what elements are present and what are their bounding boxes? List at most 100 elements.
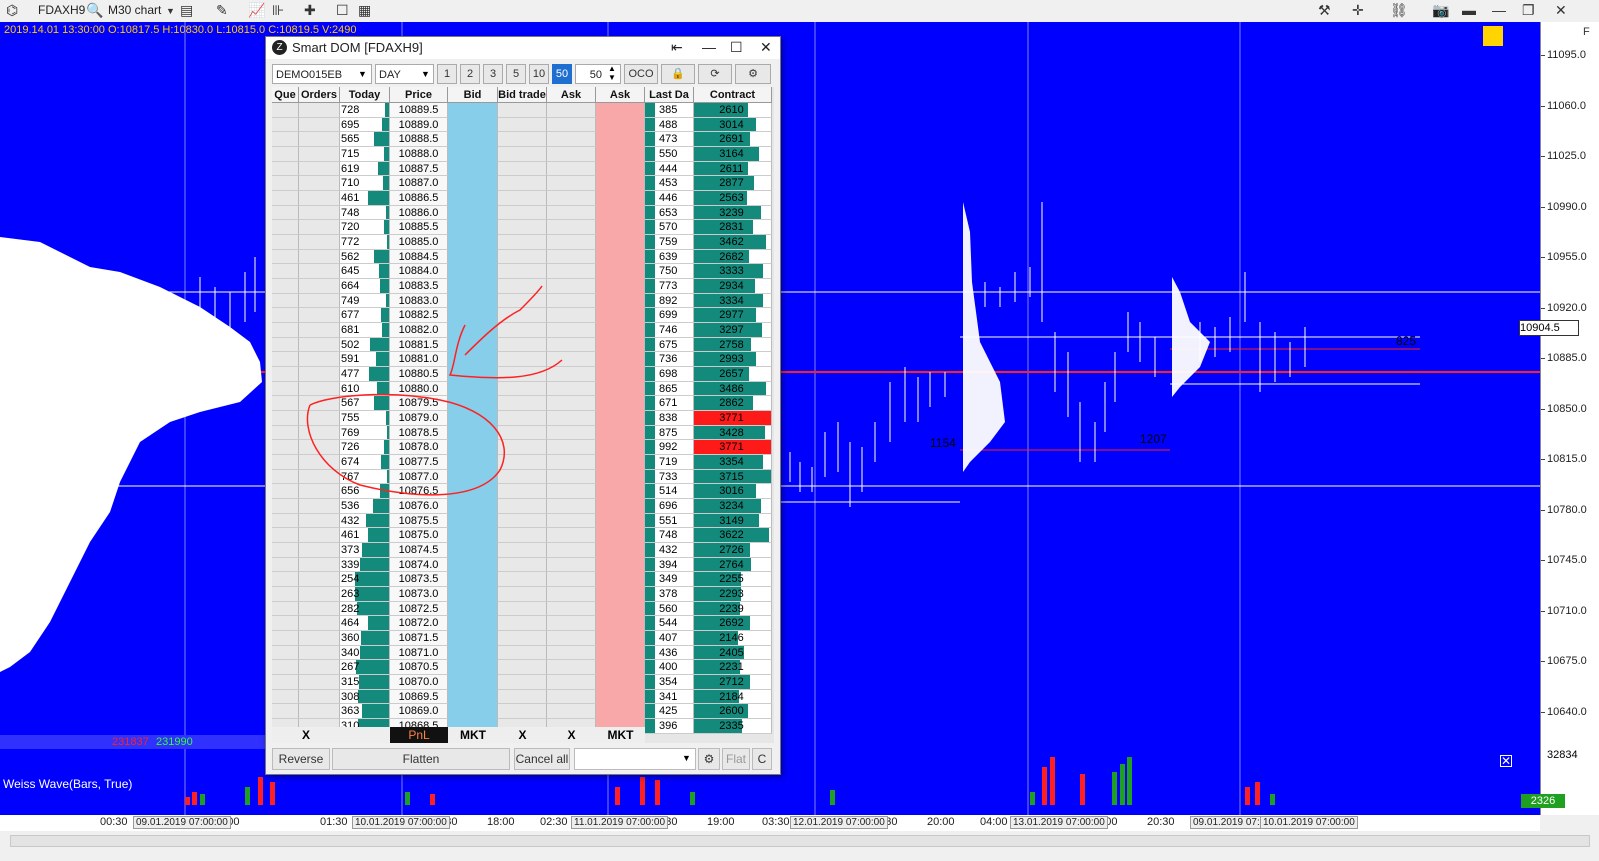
bid-cell[interactable] [448,352,498,368]
que-cell[interactable] [272,660,299,676]
price-cell[interactable]: 10885.0 [390,235,448,250]
column-header-orders[interactable]: Orders [299,87,340,103]
dom-ladder[interactable]: QueOrdersTodayPriceBidBid tradeAsk trade… [272,87,774,743]
close-icon[interactable]: ✕ [1555,2,1567,19]
bid-cell[interactable] [448,235,498,250]
que-cell[interactable] [272,323,299,338]
que-cell[interactable] [272,484,299,500]
link-icon[interactable]: ⛓ [1390,2,1408,19]
orders-cell[interactable] [299,337,340,353]
bid-cell[interactable] [448,484,498,500]
price-cell[interactable]: 10871.5 [390,631,448,646]
que-cell[interactable] [272,117,299,133]
que-cell[interactable] [272,587,299,602]
ask-cell[interactable] [596,631,645,646]
orders-cell[interactable] [299,499,340,514]
ask-cell[interactable] [596,528,645,544]
column-header-today[interactable]: Today [340,87,390,103]
price-cell[interactable]: 10888.0 [390,147,448,162]
que-cell[interactable] [272,704,299,720]
ask-cell[interactable] [596,117,645,133]
price-cell[interactable]: 10889.5 [390,103,448,118]
que-cell[interactable] [272,557,299,573]
close-indicator-icon[interactable]: ✕ [1500,755,1512,767]
camera-icon[interactable]: 📷 [1432,2,1449,19]
ask-cell[interactable] [596,499,645,514]
orders-cell[interactable] [299,484,340,500]
chart-line-icon[interactable]: 📈 [248,2,265,19]
qty-button-1[interactable]: 1 [437,64,457,84]
bid-cell[interactable] [448,249,498,265]
ask-cell[interactable] [596,205,645,221]
ask-cell[interactable] [596,235,645,250]
minimize-icon[interactable]: — [1492,2,1506,18]
que-cell[interactable] [272,616,299,632]
template-icon[interactable]: ▦ [358,2,371,19]
orders-cell[interactable] [299,220,340,236]
orders-cell[interactable] [299,176,340,191]
orders-cell[interactable] [299,513,340,529]
ask-cell[interactable] [596,381,645,397]
ask-cell[interactable] [596,337,645,353]
price-cell[interactable]: 10879.5 [390,396,448,412]
que-cell[interactable] [272,469,299,485]
que-cell[interactable] [272,191,299,206]
que-cell[interactable] [272,499,299,514]
que-cell[interactable] [272,352,299,368]
price-cell[interactable]: 10876.0 [390,499,448,514]
que-cell[interactable] [272,645,299,661]
bid-cell[interactable] [448,220,498,236]
orders-cell[interactable] [299,103,340,118]
ask-cell[interactable] [596,249,645,265]
que-cell[interactable] [272,235,299,250]
ask-cell[interactable] [596,440,645,456]
bid-cell[interactable] [448,147,498,162]
minimize-icon[interactable]: — [702,39,716,55]
gear-icon[interactable]: ⚙ [698,748,720,770]
orders-cell[interactable] [299,601,340,617]
column-header-last[interactable]: Last Da [645,87,694,103]
column-header-contract[interactable]: Contract [694,87,772,103]
timeframe-selector[interactable]: M30 chart [108,3,161,17]
column-header-bid[interactable]: Bid [448,87,498,103]
bid-cell[interactable] [448,396,498,412]
qty-button-10[interactable]: 10 [529,64,549,84]
price-cell[interactable]: 10881.0 [390,352,448,368]
orders-cell[interactable] [299,543,340,558]
bid-cell[interactable] [448,132,498,147]
add-icon[interactable]: ✚ [304,2,316,19]
refresh-icon[interactable]: ⟳ [698,64,732,84]
ask-cell[interactable] [596,601,645,617]
ask-cell[interactable] [596,396,645,412]
orders-cell[interactable] [299,279,340,294]
ask-cell[interactable] [596,572,645,588]
que-cell[interactable] [272,308,299,324]
orders-cell[interactable] [299,587,340,602]
orders-cell[interactable] [299,675,340,690]
time-axis[interactable]: 00:3017:0001:3022:3018:0002:3013:3019:00… [0,815,1540,831]
orders-cell[interactable] [299,117,340,133]
que-cell[interactable] [272,396,299,412]
draw-pencil-icon[interactable]: ✎ [216,2,228,19]
price-cell[interactable]: 10878.5 [390,425,448,441]
price-cell[interactable]: 10876.5 [390,484,448,500]
que-cell[interactable] [272,279,299,294]
price-cell[interactable]: 10873.0 [390,587,448,602]
que-cell[interactable] [272,675,299,690]
orders-cell[interactable] [299,396,340,412]
qty-stepper-icon[interactable]: ▲ ▼ [608,64,616,82]
scroll-track[interactable] [10,835,1590,847]
account-select[interactable]: DEMO015EB [272,64,372,84]
price-cell[interactable]: 10877.0 [390,469,448,485]
orders-cell[interactable] [299,352,340,368]
bid-cell[interactable] [448,411,498,426]
que-cell[interactable] [272,381,299,397]
autoscroll-icon[interactable] [1483,26,1503,46]
price-cell[interactable]: 10877.5 [390,455,448,470]
orders-cell[interactable] [299,132,340,147]
que-cell[interactable] [272,249,299,265]
ask-cell[interactable] [596,660,645,676]
ask-cell[interactable] [596,293,645,309]
que-cell[interactable] [272,455,299,470]
price-cell[interactable]: 10885.5 [390,220,448,236]
